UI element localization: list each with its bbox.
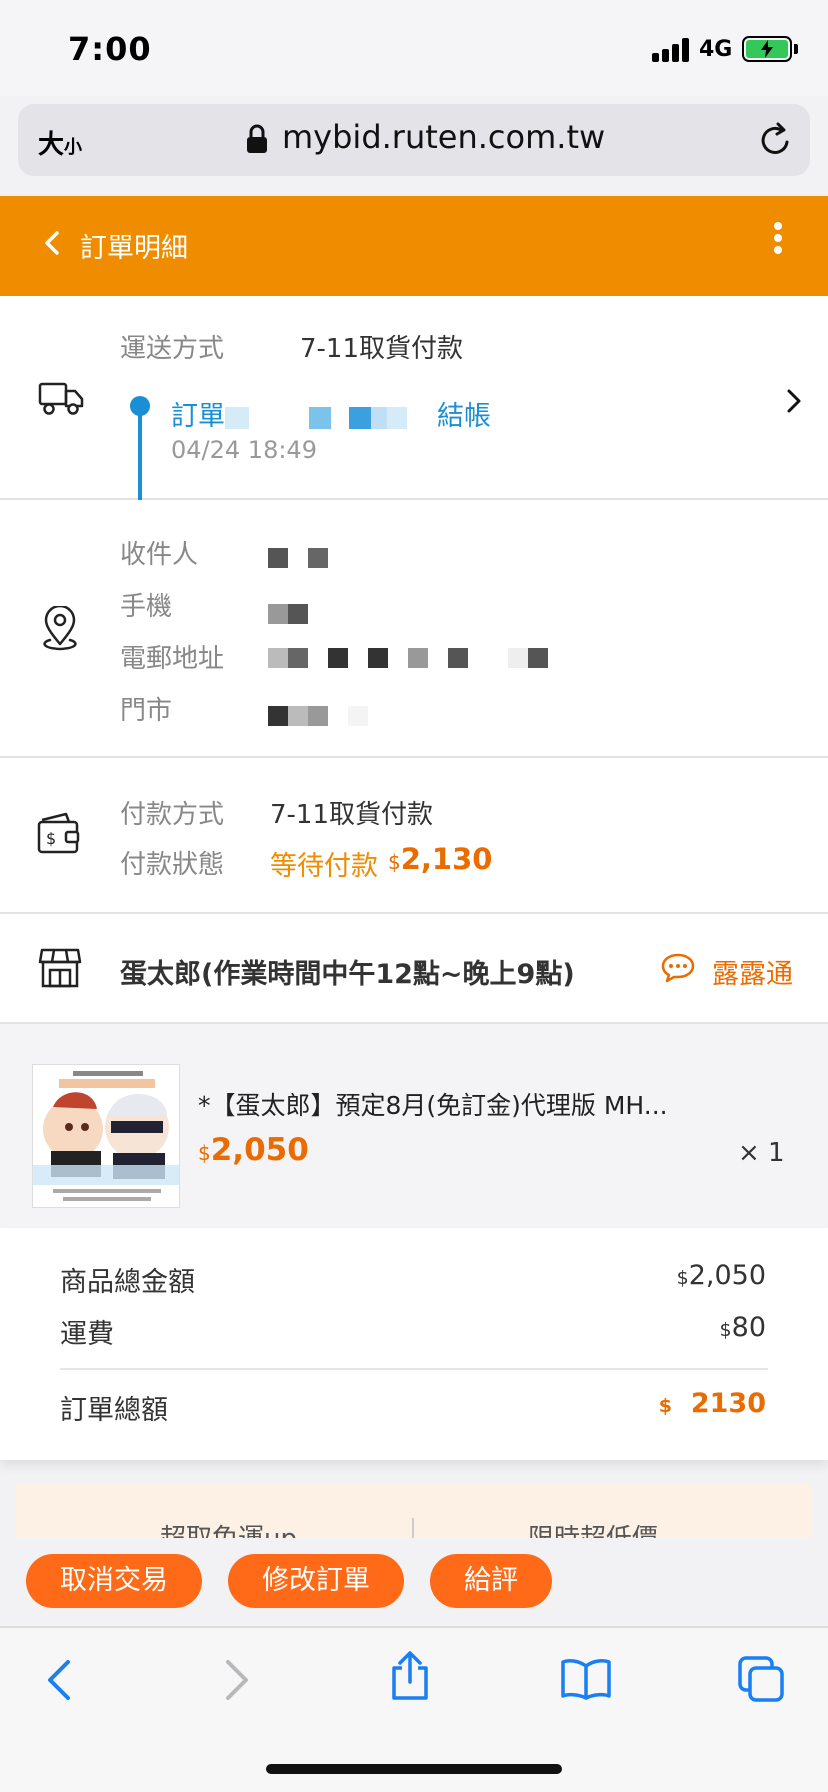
share-icon[interactable]	[388, 1650, 432, 1702]
browser-back-icon[interactable]	[44, 1658, 74, 1702]
subtotal-label: 商品總金額	[60, 1267, 195, 1298]
shipping-method-value: 7-11取貨付款	[300, 334, 464, 364]
totals-divider	[60, 1368, 768, 1370]
lock-icon	[247, 124, 267, 153]
order-total-label: 訂單總額	[60, 1395, 168, 1426]
modify-order-button[interactable]: 修改訂單	[228, 1554, 404, 1608]
recipient-name-value	[268, 542, 328, 572]
status-bar: 7:00 4G	[0, 0, 828, 96]
payment-status-label: 付款狀態	[120, 850, 225, 880]
promo-banner[interactable]: 超取免運up 限時超低價	[16, 1484, 812, 1540]
tabs-icon[interactable]	[738, 1656, 786, 1702]
order-totals: 商品總金額 $2,050 運費 $80 訂單總額 $ 2130	[0, 1228, 828, 1460]
recipient-store-value	[268, 700, 368, 730]
chevron-right-icon[interactable]	[786, 388, 802, 414]
home-indicator	[266, 1764, 562, 1774]
payment-method-label: 付款方式	[120, 800, 225, 830]
recipient-section: 收件人 手機 電郵地址 門市	[0, 500, 828, 758]
url-text[interactable]: mybid.ruten.com.tw	[282, 118, 605, 156]
shipping-fee-value: $80	[719, 1312, 766, 1343]
order-total-value: $ 2130	[658, 1388, 766, 1419]
recipient-store-label: 門市	[120, 696, 173, 726]
text-size-button[interactable]: 大小	[38, 124, 82, 161]
battery-tip	[794, 44, 798, 54]
promo-free-shipping[interactable]: 超取免運up	[160, 1518, 297, 1540]
truck-icon	[38, 382, 84, 415]
payment-status-value: 等待付款	[270, 851, 378, 882]
promo-divider	[412, 1518, 414, 1540]
payment-section: $ 付款方式 7-11取貨付款 付款狀態 等待付款 $2,130	[0, 758, 828, 914]
product-item[interactable]: *【蛋太郎】預定8月(免訂金)代理版 MH... $2,050 × 1	[0, 1024, 828, 1228]
seller-name[interactable]: 蛋太郎(作業時間中午12點~晚上9點)	[120, 952, 575, 991]
rate-button[interactable]: 給評	[430, 1554, 552, 1608]
shipping-fee-label: 運費	[60, 1319, 114, 1350]
shipping-section[interactable]: 運送方式 7-11取貨付款 訂單 結帳 04/24 18:49	[0, 296, 828, 500]
chat-bubble-icon[interactable]	[660, 952, 696, 984]
action-bar: 取消交易 修改訂單 給評	[0, 1538, 828, 1626]
more-menu-icon[interactable]	[770, 222, 786, 262]
timeline-line	[138, 406, 142, 500]
location-pin-icon	[43, 606, 77, 651]
network-label: 4G	[699, 37, 733, 62]
store-icon	[38, 948, 82, 988]
order-status-link[interactable]: 訂單 結帳	[171, 394, 491, 433]
product-quantity: × 1	[738, 1138, 785, 1168]
app-header: 訂單明細	[0, 196, 828, 296]
order-status-time: 04/24 18:49	[171, 436, 317, 464]
shipping-method-label: 運送方式	[120, 334, 225, 364]
cancel-order-button[interactable]: 取消交易	[26, 1554, 202, 1608]
recipient-phone-label: 手機	[120, 592, 173, 622]
bookmarks-icon[interactable]	[560, 1658, 612, 1700]
reload-icon[interactable]	[758, 122, 792, 158]
product-thumbnail[interactable]	[32, 1064, 180, 1208]
promo-low-price[interactable]: 限時超低價	[528, 1518, 658, 1540]
browser-forward-icon[interactable]	[222, 1658, 252, 1702]
seller-section[interactable]: 蛋太郎(作業時間中午12點~晚上9點) 露露通	[0, 914, 828, 1024]
recipient-phone-value	[268, 598, 308, 628]
page-title: 訂單明細	[80, 233, 188, 264]
payment-amount: $2,130	[388, 842, 493, 876]
payment-method-value: 7-11取貨付款	[270, 800, 434, 830]
recipient-address-label: 電郵地址	[120, 644, 225, 674]
url-bar[interactable]: 大小 mybid.ruten.com.tw	[18, 104, 810, 176]
back-chevron-icon[interactable]	[44, 230, 60, 256]
wallet-icon: $	[37, 812, 80, 854]
product-title[interactable]: *【蛋太郎】預定8月(免訂金)代理版 MH...	[198, 1086, 718, 1122]
chat-link[interactable]: 露露通	[712, 952, 793, 991]
signal-icon	[652, 38, 692, 62]
product-price: $2,050	[198, 1132, 309, 1168]
svg-text:$: $	[46, 829, 56, 848]
recipient-address-value	[268, 642, 548, 672]
clock: 7:00	[68, 30, 152, 68]
recipient-name-label: 收件人	[120, 540, 199, 570]
subtotal-value: $2,050	[676, 1260, 766, 1291]
battery-icon	[742, 36, 792, 62]
